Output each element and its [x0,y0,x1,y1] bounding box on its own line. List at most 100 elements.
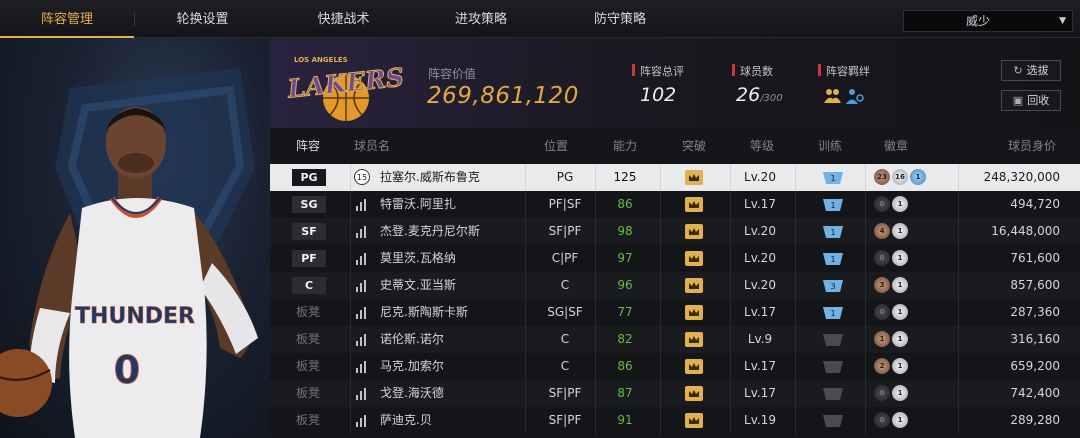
training-icon[interactable]: 1 [822,250,844,267]
player-count-label: 球员数 [732,63,773,79]
training-icon[interactable]: 1 [822,304,844,321]
stats-bars-icon [356,334,366,346]
bond-icons[interactable] [823,87,865,107]
table-row[interactable]: 板凳 马克.加索尔 C 86 Lv.17 2 1 659,200 [270,353,1080,380]
player-name: 拉塞尔.威斯布鲁克 [380,170,480,184]
bench-label: 板凳 [296,332,321,346]
bond-label: 阵容羁绊 [818,63,870,79]
column-divider [660,380,661,407]
badge-coin: 1 [892,331,908,347]
lineup-summary: LOS ANGELES LAKERS 阵容价值 269,861,120 阵容总评… [270,38,1080,128]
training-icon[interactable]: 1 [822,223,844,240]
tab-lineup-management[interactable]: 阵容管理 [0,0,134,38]
training-icon[interactable]: 1 [822,169,844,186]
badge-coin: 1 [892,223,908,239]
col-player-value[interactable]: 球员身价 [1008,128,1056,164]
column-divider [958,407,959,434]
badge-coin: 1 [892,412,908,428]
player-value: 659,200 [1010,359,1060,373]
table-row[interactable]: 板凳 诺伦斯.诺尔 C 82 Lv.9 1 1 316,160 [270,326,1080,353]
column-divider [350,380,351,407]
crown-icon[interactable] [685,305,703,320]
training-icon[interactable] [822,358,844,375]
col-badges[interactable]: 徽章 [884,128,908,164]
training-icon[interactable]: 1 [822,196,844,213]
crown-icon[interactable] [685,332,703,347]
top-nav: 阵容管理 轮换设置 快捷战术 进攻策略 防守策略 威少 ▼ [0,0,1080,38]
badge-coin: 0 [874,250,890,266]
table-row[interactable]: 板凳 尼克.斯陶斯卡斯 SG|SF 77 Lv.17 1 0 1 287,360 [270,299,1080,326]
col-lineup[interactable]: 阵容 [296,128,320,164]
player-ability: 86 [617,197,633,211]
badge-coin: 1 [892,250,908,266]
tab-quick-tactics[interactable]: 快捷战术 [271,0,416,38]
col-level[interactable]: 等级 [750,128,774,164]
col-player-name[interactable]: 球员名 [354,128,390,164]
crown-icon[interactable] [685,278,703,293]
tab-offense-strategy[interactable]: 进攻策略 [416,0,546,38]
tab-rotation-settings[interactable]: 轮换设置 [134,0,271,38]
training-icon[interactable]: 3 [822,277,844,294]
column-divider [795,245,796,272]
tab-defense-strategy[interactable]: 防守策略 [546,0,694,38]
badge-coin: 1 [892,358,908,374]
col-position[interactable]: 位置 [544,128,568,164]
column-divider [865,299,866,326]
player-ability: 82 [617,332,633,346]
col-breakthrough[interactable]: 突破 [682,128,706,164]
crown-icon[interactable] [685,386,703,401]
player-level: Lv.17 [744,197,776,211]
player-value: 494,720 [1010,197,1060,211]
lineup-value-label: 阵容价值 [428,67,477,81]
training-level: 3 [830,282,835,291]
badge-coin: 23 [874,169,890,185]
crown-icon[interactable] [685,170,703,185]
table-row[interactable]: SG 特雷沃.阿里扎 PF|SF 86 Lv.17 1 0 1 494,720 [270,191,1080,218]
column-divider [660,299,661,326]
roster-table: 阵容 球员名 位置 能力 突破 等级 训练 徽章 球员身价 PG 15 拉塞尔.威斯… [270,128,1080,438]
table-row[interactable]: 板凳 戈登.海沃德 SF|PF 87 Lv.17 0 1 742,400 [270,380,1080,407]
player-ability: 87 [617,386,633,400]
stats-bars-icon [356,226,366,238]
stats-bars-icon [356,280,366,292]
table-row[interactable]: SF 杰登.麦克丹尼尔斯 SF|PF 98 Lv.20 1 4 1 16,448,000 [270,218,1080,245]
training-icon[interactable] [822,331,844,348]
column-divider [795,272,796,299]
column-divider [350,299,351,326]
training-icon[interactable] [822,385,844,402]
player-ability: 98 [617,224,633,238]
jersey-number: 0 [114,348,140,392]
refresh-icon: ↻ [1013,64,1023,77]
badge-coin: 1 [892,277,908,293]
column-divider [795,164,796,191]
crown-icon[interactable] [685,359,703,374]
stats-bars-icon [356,361,366,373]
col-ability[interactable]: 能力 [613,128,637,164]
crown-icon[interactable] [685,197,703,212]
column-divider [865,353,866,380]
crown-icon[interactable] [685,224,703,239]
lineup-dropdown[interactable]: 威少 ▼ [903,10,1073,32]
training-level: 1 [830,201,835,210]
recycle-button[interactable]: ▣ 回收 [1001,90,1061,111]
player-level: Lv.9 [747,332,773,346]
bench-label: 板凳 [296,305,321,319]
lakers-logo: LOS ANGELES LAKERS [285,56,406,121]
column-divider [958,245,959,272]
table-row[interactable]: PF 莫里茨.瓦格纳 C|PF 97 Lv.20 1 0 1 761,600 [270,245,1080,272]
column-divider [660,272,661,299]
col-training[interactable]: 训练 [818,128,842,164]
select-button[interactable]: ↻ 选拔 [1001,60,1061,81]
badge-coin: 0 [874,385,890,401]
table-row[interactable]: C 史蒂文.亚当斯 C 96 Lv.20 3 3 1 857,600 [270,272,1080,299]
stats-bars-icon [356,307,366,319]
table-row[interactable]: PG 15 拉塞尔.威斯布鲁克 PG 125 Lv.20 1 23 16 1 248,320,000 [270,164,1080,191]
crown-icon[interactable] [685,413,703,428]
lakers-logo-subtext: LOS ANGELES [294,56,348,64]
blue-people-icon [846,89,864,104]
crown-icon[interactable] [685,251,703,266]
column-divider [958,191,959,218]
training-icon[interactable] [822,412,844,429]
badge-coin: 1 [874,331,890,347]
table-row[interactable]: 板凳 萨迪克.贝 SF|PF 91 Lv.19 0 1 289,280 [270,407,1080,434]
